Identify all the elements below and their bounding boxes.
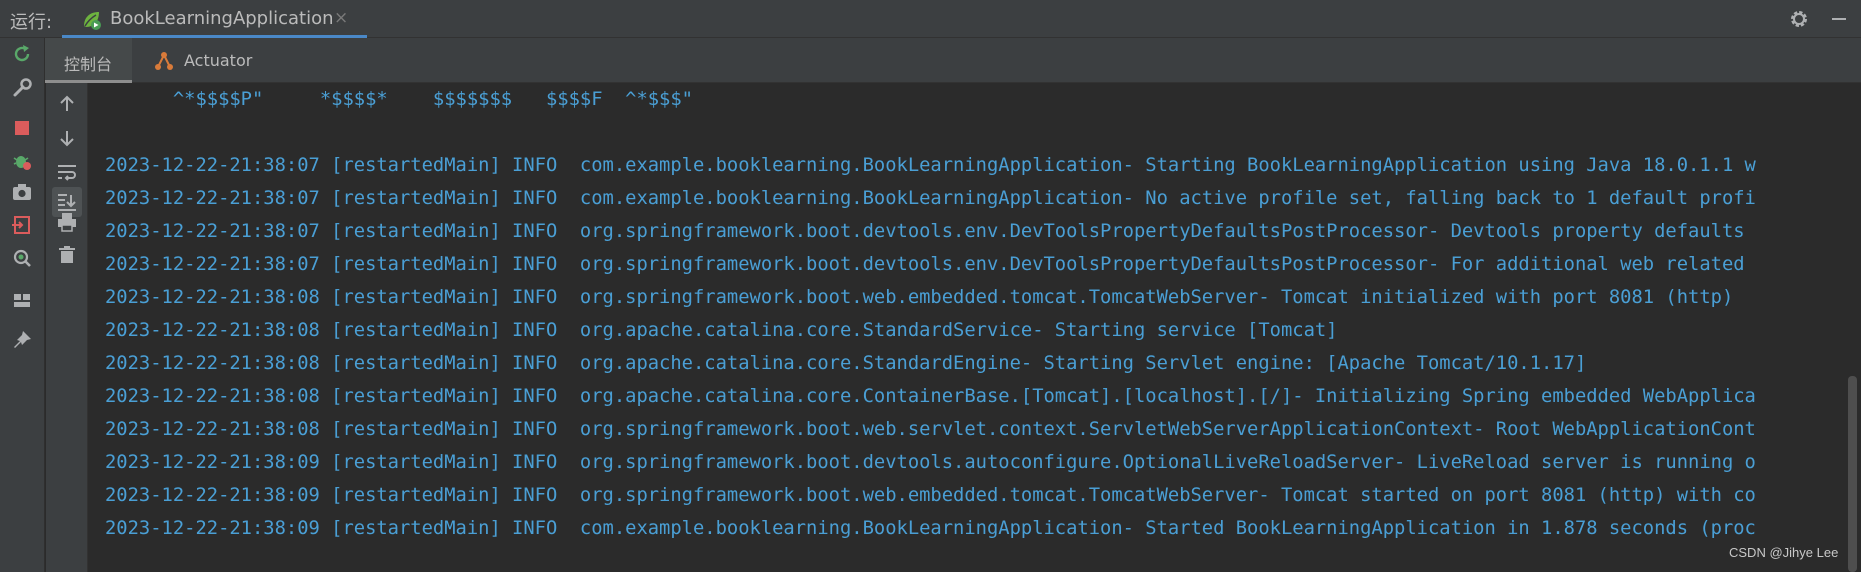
run-toolwindow-header: 运行: BookLearningApplication × — [0, 0, 1861, 38]
debug-restart-icon[interactable] — [10, 149, 34, 173]
log-line: 2023-12-22-21:38:09 [restartedMain] INFO… — [105, 485, 1756, 506]
log-line: 2023-12-22-21:38:08 [restartedMain] INFO… — [105, 386, 1756, 407]
soft-wrap-icon[interactable] — [55, 160, 79, 184]
log-output: ^*$$$$P" *$$$$* $$$$$$$ $$$$F ^*$$$" 2023… — [105, 83, 1756, 545]
tab-actuator-label: Actuator — [184, 51, 253, 70]
coverage-icon[interactable] — [10, 246, 34, 270]
arrow-down-icon[interactable] — [55, 126, 79, 150]
log-line: 2023-12-22-21:38:07 [restartedMain] INFO… — [105, 155, 1756, 176]
exit-icon[interactable] — [10, 213, 34, 237]
layout-icon[interactable] — [10, 288, 34, 312]
gear-icon[interactable] — [1788, 8, 1810, 30]
actuator-icon — [155, 52, 173, 70]
spring-boot-icon — [84, 12, 101, 30]
log-line: ^*$$$$P" *$$$$* $$$$$$$ $$$$F ^*$$$" — [105, 89, 693, 110]
tab-actuator[interactable]: Actuator — [149, 38, 259, 83]
tab-console-label: 控制台 — [64, 55, 113, 74]
log-line: 2023-12-22-21:38:08 [restartedMain] INFO… — [105, 419, 1756, 440]
trash-icon[interactable] — [55, 243, 79, 267]
log-line: 2023-12-22-21:38:07 [restartedMain] INFO… — [105, 188, 1756, 209]
run-left-toolbar — [0, 38, 45, 572]
log-line: 2023-12-22-21:38:08 [restartedMain] INFO… — [105, 353, 1587, 374]
pin-icon[interactable] — [10, 328, 34, 352]
wrench-icon[interactable] — [10, 76, 34, 100]
arrow-up-icon[interactable] — [55, 92, 79, 116]
log-line: 2023-12-22-21:38:09 [restartedMain] INFO… — [105, 518, 1756, 539]
minimize-icon[interactable] — [1832, 18, 1846, 20]
close-tab-icon[interactable]: × — [334, 8, 348, 28]
log-line: 2023-12-22-21:38:08 [restartedMain] INFO… — [105, 287, 1734, 308]
log-line: 2023-12-22-21:38:07 [restartedMain] INFO… — [105, 254, 1745, 275]
console-output[interactable]: ^*$$$$P" *$$$$* $$$$$$$ $$$$F ^*$$$" 2023… — [88, 83, 1845, 572]
watermark: CSDN @Jihye Lee — [1729, 545, 1839, 560]
scrollbar-thumb[interactable] — [1848, 376, 1857, 572]
tab-console[interactable]: 控制台 — [45, 38, 132, 83]
run-label: 运行: — [10, 12, 53, 33]
stop-icon[interactable] — [10, 116, 34, 140]
log-line: 2023-12-22-21:38:08 [restartedMain] INFO… — [105, 320, 1338, 341]
console-toolbar — [46, 83, 88, 572]
console-tab-bar: 控制台 Actuator — [45, 38, 1861, 83]
run-config-tab-title: BookLearningApplication — [110, 8, 334, 29]
log-line: 2023-12-22-21:38:07 [restartedMain] INFO… — [105, 221, 1745, 242]
log-line: 2023-12-22-21:38:09 [restartedMain] INFO… — [105, 452, 1756, 473]
vertical-scrollbar[interactable] — [1846, 83, 1861, 572]
camera-icon[interactable] — [10, 180, 34, 204]
rerun-icon[interactable] — [10, 42, 34, 66]
run-config-tab[interactable]: BookLearningApplication × — [62, 0, 367, 38]
print-icon[interactable] — [55, 210, 79, 234]
